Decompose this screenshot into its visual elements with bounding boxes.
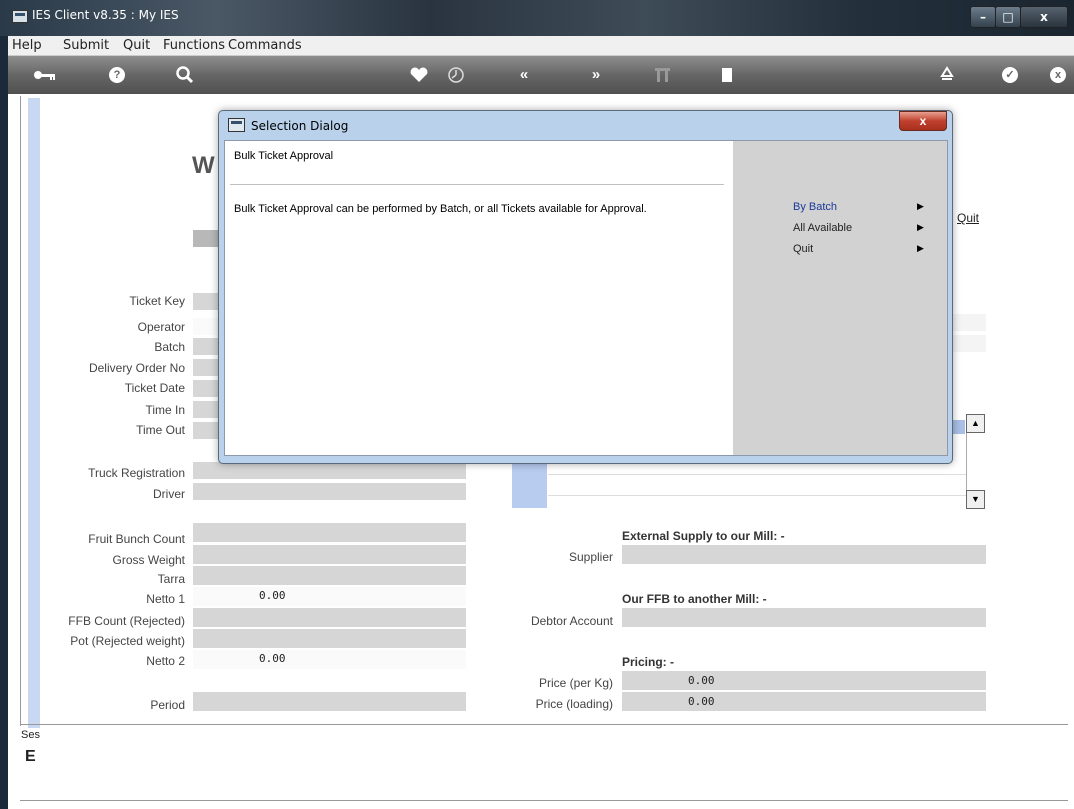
label-netto-2: Netto 2 bbox=[146, 654, 185, 668]
dialog-title: Selection Dialog bbox=[251, 119, 349, 133]
supplier-field[interactable] bbox=[622, 545, 986, 564]
page-title-fragment: W bbox=[192, 152, 215, 179]
close-icon[interactable]: x bbox=[1050, 67, 1066, 83]
label-ticket-date: Ticket Date bbox=[124, 381, 185, 395]
dialog-description: Bulk Ticket Approval can be performed by… bbox=[234, 203, 647, 215]
help-icon[interactable]: ? bbox=[109, 67, 125, 83]
menu-commands[interactable]: Commands bbox=[228, 38, 302, 53]
selection-dialog: Selection Dialog x Bulk Ticket Approval … bbox=[218, 110, 953, 464]
nav-tab[interactable] bbox=[193, 230, 219, 247]
minimize-button[interactable]: – bbox=[970, 6, 996, 28]
document-icon[interactable] bbox=[716, 64, 738, 86]
dialog-body: Bulk Ticket Approval Bulk Ticket Approva… bbox=[224, 140, 948, 456]
our-ffb-heading: Our FFB to another Mill: - bbox=[622, 592, 767, 606]
chevron-right-icon: ▶ bbox=[917, 243, 924, 253]
dialog-app-icon bbox=[228, 118, 245, 132]
label-tarra: Tarra bbox=[157, 572, 185, 586]
label-supplier: Supplier bbox=[568, 550, 613, 564]
label-price-loading: Price (loading) bbox=[535, 697, 613, 711]
fast-forward-icon[interactable]: » bbox=[585, 64, 607, 86]
fruit-bunch-count-field[interactable] bbox=[193, 523, 466, 542]
label-fruit-bunch-count: Fruit Bunch Count bbox=[88, 532, 185, 546]
maximize-button[interactable]: □ bbox=[995, 6, 1021, 28]
truck-registration-field[interactable] bbox=[193, 462, 466, 479]
label-ticket-key: Ticket Key bbox=[129, 294, 185, 308]
close-window-button[interactable]: x bbox=[1020, 6, 1068, 28]
pot-rejected-weight-field[interactable] bbox=[193, 629, 466, 648]
tarra-field[interactable] bbox=[193, 566, 466, 585]
label-debtor-account: Debtor Account bbox=[530, 614, 613, 628]
option-label: All Available bbox=[793, 222, 853, 234]
label-period: Period bbox=[150, 698, 185, 712]
label-pot-rejected-weight: Pot (Rejected weight) bbox=[70, 634, 185, 648]
search-icon[interactable] bbox=[174, 64, 196, 86]
menu-help[interactable]: Help bbox=[12, 38, 42, 53]
option-quit[interactable]: Quit ▶ bbox=[793, 243, 933, 255]
label-ffb-count-rejected: FFB Count (Rejected) bbox=[68, 614, 185, 628]
option-label: Quit bbox=[793, 243, 814, 255]
list-row[interactable] bbox=[548, 474, 966, 496]
option-by-batch[interactable]: By Batch ▶ bbox=[793, 201, 933, 213]
driver-field[interactable] bbox=[193, 483, 466, 500]
label-operator: Operator bbox=[137, 320, 185, 334]
dialog-heading: Bulk Ticket Approval bbox=[234, 150, 334, 162]
toolbar: ? « » ✓ x bbox=[8, 56, 1074, 94]
menu-functions[interactable]: Functions bbox=[163, 38, 225, 53]
price-loading-field[interactable]: 0.00 bbox=[622, 692, 986, 711]
scroll-up-button[interactable]: ▲ bbox=[966, 414, 985, 433]
label-gross-weight: Gross Weight bbox=[112, 553, 185, 567]
window-title: IES Client v8.35 : My IES bbox=[32, 8, 179, 22]
chevron-right-icon: ▶ bbox=[917, 201, 924, 211]
key-icon[interactable] bbox=[32, 64, 55, 86]
footer-divider bbox=[20, 724, 1068, 725]
pricing-heading: Pricing: - bbox=[622, 655, 675, 669]
chevron-right-icon: ▶ bbox=[917, 222, 924, 232]
label-driver: Driver bbox=[153, 487, 185, 501]
scroll-down-button[interactable]: ▼ bbox=[966, 490, 985, 509]
option-all-available[interactable]: All Available ▶ bbox=[793, 222, 933, 234]
label-truck-registration: Truck Registration bbox=[88, 466, 185, 480]
label-time-out: Time Out bbox=[136, 423, 185, 437]
label-netto-1: Netto 1 bbox=[146, 592, 185, 606]
label-time-in: Time In bbox=[145, 403, 185, 417]
dialog-title-bar: Selection Dialog x bbox=[219, 111, 952, 140]
session-icon: E bbox=[25, 748, 36, 765]
option-label: By Batch bbox=[793, 201, 838, 213]
label-batch: Batch bbox=[154, 340, 185, 354]
netto-2-field[interactable]: 0.00 bbox=[193, 650, 466, 669]
menu-bar: Help Submit Quit Functions Commands bbox=[8, 36, 1074, 56]
rewind-icon[interactable]: « bbox=[513, 64, 535, 86]
tools-icon[interactable] bbox=[652, 64, 674, 86]
application-window: IES Client v8.35 : My IES – □ x Help Sub… bbox=[0, 0, 1074, 809]
app-icon bbox=[12, 10, 28, 23]
recycle-icon[interactable] bbox=[936, 64, 958, 86]
footer-bottom-line bbox=[20, 800, 1068, 801]
session-label: Ses bbox=[21, 729, 40, 741]
netto-1-field[interactable]: 0.00 bbox=[193, 587, 466, 606]
menu-quit[interactable]: Quit bbox=[123, 38, 150, 53]
clock-icon[interactable] bbox=[445, 64, 467, 86]
label-delivery-order-no: Delivery Order No bbox=[88, 361, 185, 375]
check-icon[interactable]: ✓ bbox=[1002, 67, 1018, 83]
quit-link[interactable]: Quit bbox=[957, 211, 979, 225]
dialog-options-panel: By Batch ▶ All Available ▶ Quit ▶ bbox=[733, 141, 947, 455]
debtor-account-field[interactable] bbox=[622, 608, 986, 627]
dialog-divider bbox=[230, 184, 724, 185]
price-per-kg-field[interactable]: 0.00 bbox=[622, 671, 986, 690]
label-price-per-kg: Price (per Kg) bbox=[538, 676, 613, 690]
dialog-close-button[interactable]: x bbox=[899, 111, 947, 131]
external-supply-heading: External Supply to our Mill: - bbox=[622, 529, 785, 543]
list-highlight bbox=[951, 420, 965, 434]
heart-icon[interactable] bbox=[408, 64, 430, 86]
menu-submit[interactable]: Submit bbox=[63, 38, 109, 53]
title-bar: IES Client v8.35 : My IES – □ x bbox=[0, 0, 1074, 36]
